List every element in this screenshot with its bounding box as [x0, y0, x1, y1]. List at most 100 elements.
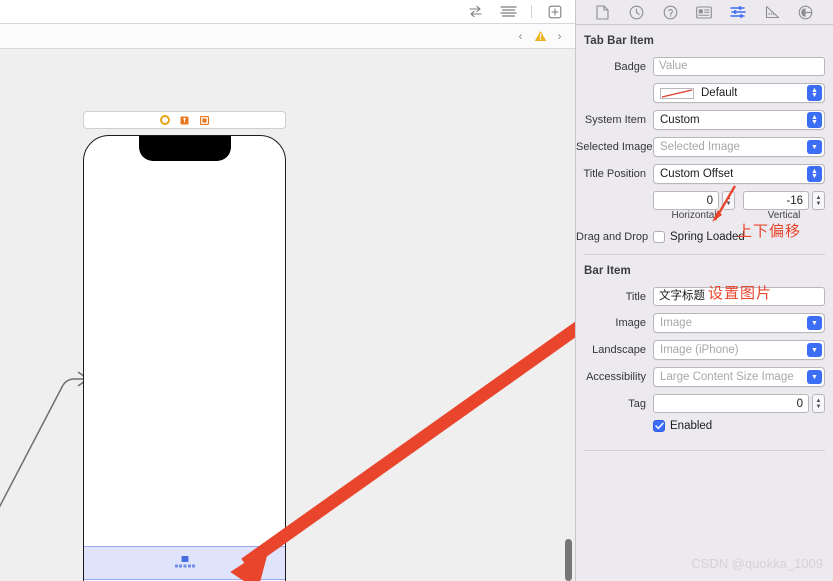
- jump-bar-back-button[interactable]: ‹: [515, 30, 526, 42]
- row-image: Image Image ▼: [576, 311, 833, 335]
- row-enabled: Enabled: [576, 418, 833, 434]
- tab-bar-item-icon[interactable]: [173, 554, 197, 572]
- tag-label: Tag: [628, 397, 646, 410]
- add-editor-icon[interactable]: [545, 3, 565, 21]
- annotation-set-image: 设置图片: [708, 284, 773, 302]
- tag-stepper[interactable]: ▲ ▼: [812, 394, 825, 413]
- image-dropdown-button[interactable]: ▼: [807, 316, 822, 330]
- landscape-value: Image (iPhone): [660, 344, 739, 356]
- chevron-down-icon: ▼: [815, 403, 822, 410]
- canvas-vertical-scrollbar[interactable]: [565, 539, 572, 581]
- chevron-down-icon: ▼: [815, 200, 822, 207]
- badge-color-popup[interactable]: Default ▲ ▼: [653, 83, 825, 103]
- jump-bar: ‹ ›: [0, 24, 575, 49]
- annotation-vertical-offset: 上下偏移: [737, 222, 802, 240]
- accessibility-label: Accessibility: [586, 371, 646, 383]
- landscape-dropdown-button[interactable]: ▼: [807, 343, 822, 357]
- badge-label: Badge: [614, 60, 646, 73]
- badge-input[interactable]: Value: [653, 57, 825, 76]
- row-landscape: Landscape Image (iPhone) ▼: [576, 338, 833, 362]
- accessibility-combo[interactable]: Large Content Size Image ▼: [653, 367, 825, 387]
- view-controller-icon[interactable]: [159, 115, 170, 125]
- jump-bar-forward-button[interactable]: ›: [554, 30, 565, 42]
- chevron-down-icon: ▼: [811, 319, 818, 327]
- title-position-popup[interactable]: Custom Offset ▲ ▼: [653, 164, 825, 184]
- title-position-stepper[interactable]: ▲ ▼: [807, 166, 822, 182]
- inspector-toolbar: [576, 0, 833, 25]
- editor-pane: ‹ ›: [0, 0, 575, 581]
- file-inspector-icon[interactable]: [593, 4, 613, 21]
- section-title-bar-item: Bar Item: [584, 265, 631, 277]
- device-notch: [138, 136, 231, 161]
- chevron-down-icon: ▼: [811, 92, 818, 99]
- size-inspector-icon[interactable]: [762, 4, 782, 21]
- spring-loaded-label: Spring Loaded: [670, 231, 745, 243]
- scene-dock[interactable]: [83, 111, 286, 129]
- chevron-down-icon: ▼: [811, 373, 818, 381]
- row-title-position: Title Position Custom Offset ▲ ▼: [576, 162, 833, 186]
- xcode-interface-builder-window: ‹ › Tab Bar Item Badge Value Default ▲ ▼…: [0, 0, 833, 581]
- spring-loaded-checkbox[interactable]: [653, 231, 665, 243]
- editor-toolbar: [0, 0, 575, 24]
- tag-value[interactable]: 0: [653, 394, 809, 413]
- identity-inspector-icon[interactable]: [694, 4, 714, 21]
- history-inspector-icon[interactable]: [627, 4, 647, 21]
- selected-image-combo[interactable]: Selected Image ▼: [653, 137, 825, 157]
- vertical-offset-stepper[interactable]: ▲ ▼: [812, 191, 825, 210]
- annotation-arrow-vertical-offset-icon: [712, 185, 737, 222]
- row-tag: Tag 0 ▲ ▼: [576, 392, 833, 415]
- watermark: CSDN @quokka_1009: [691, 556, 823, 571]
- image-value: Image: [660, 317, 692, 329]
- connections-inspector-icon[interactable]: [796, 4, 816, 21]
- system-item-stepper[interactable]: ▲ ▼: [807, 112, 822, 128]
- swap-arrows-icon[interactable]: [465, 3, 485, 21]
- attributes-inspector-icon[interactable]: [728, 4, 748, 21]
- attributes-inspector-pane: Tab Bar Item Badge Value Default ▲ ▼ Sys…: [575, 0, 833, 581]
- device-screen[interactable]: [84, 136, 285, 581]
- chevron-down-icon: ▼: [811, 173, 818, 180]
- quick-help-inspector-icon[interactable]: [661, 4, 681, 21]
- selected-image-label: Selected Image: [576, 141, 653, 153]
- segue-arrow-icon: [0, 371, 90, 508]
- chevron-down-icon: ▼: [811, 143, 818, 151]
- image-label: Image: [615, 317, 646, 329]
- system-item-value: Custom: [660, 114, 700, 126]
- title-label: Title: [625, 290, 646, 303]
- row-accessibility: Accessibility Large Content Size Image ▼: [576, 365, 833, 389]
- align-lines-icon[interactable]: [498, 3, 518, 21]
- accessibility-dropdown-button[interactable]: ▼: [807, 370, 822, 384]
- drag-and-drop-label: Drag and Drop: [576, 231, 649, 243]
- first-responder-icon[interactable]: [180, 115, 190, 125]
- section-divider-bottom: [584, 450, 825, 451]
- storyboard-canvas[interactable]: [0, 49, 575, 581]
- vertical-offset-field[interactable]: -16 ▲ ▼: [743, 191, 825, 210]
- toolbar-divider: [531, 5, 532, 18]
- selected-image-dropdown-button[interactable]: ▼: [807, 140, 822, 154]
- badge-color-value: Default: [701, 87, 738, 99]
- accessibility-value: Large Content Size Image: [660, 371, 794, 383]
- device-preview[interactable]: [83, 135, 286, 581]
- enabled-label: Enabled: [670, 420, 713, 432]
- exit-icon[interactable]: [200, 115, 210, 125]
- row-badge: Badge Value: [576, 55, 833, 78]
- vertical-offset-value[interactable]: -16: [743, 191, 809, 210]
- chevron-down-icon: ▼: [811, 119, 818, 126]
- landscape-combo[interactable]: Image (iPhone) ▼: [653, 340, 825, 360]
- tag-field[interactable]: 0 ▲ ▼: [653, 394, 825, 413]
- title-position-value: Custom Offset: [660, 168, 734, 180]
- warning-triangle-icon[interactable]: [533, 30, 547, 43]
- selected-image-value: Selected Image: [660, 141, 740, 153]
- tab-bar-selection[interactable]: [84, 546, 285, 580]
- enabled-checkbox[interactable]: [653, 420, 665, 432]
- row-title: Title 文字标题: [576, 285, 833, 308]
- image-combo[interactable]: Image ▼: [653, 313, 825, 333]
- row-selected-image: Selected Image Selected Image ▼: [576, 135, 833, 159]
- row-title-offsets: 0 ▲ ▼ Horizontal -16 ▲ ▼ Vertical: [576, 189, 833, 223]
- badge-color-stepper[interactable]: ▲ ▼: [807, 85, 822, 101]
- row-system-item: System Item Custom ▲ ▼: [576, 108, 833, 132]
- title-position-label: Title Position: [583, 168, 646, 180]
- system-item-popup[interactable]: Custom ▲ ▼: [653, 110, 825, 130]
- system-item-label: System Item: [584, 114, 646, 126]
- chevron-down-icon: ▼: [811, 346, 818, 354]
- row-badge-color: Default ▲ ▼: [576, 81, 833, 105]
